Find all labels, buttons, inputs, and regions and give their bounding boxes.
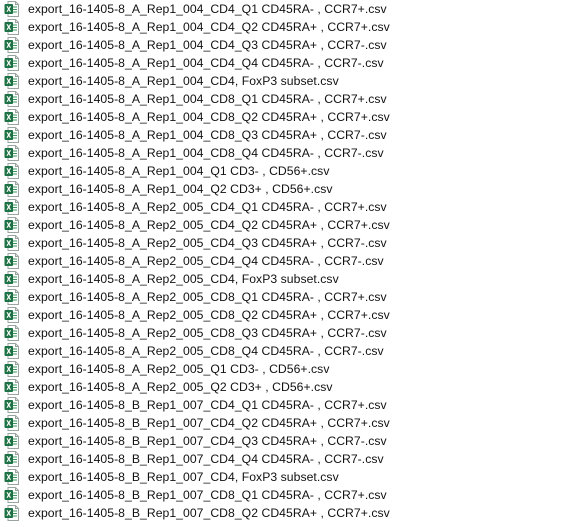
file-row[interactable]: export_16-1405-8_A_Rep1_004_CD4_Q2 CD45R… <box>0 18 564 36</box>
file-list: export_16-1405-8_A_Rep1_004_CD4_Q1 CD45R… <box>0 0 564 527</box>
file-row[interactable]: export_16-1405-8_A_Rep2_005_CD8_Q1 CD45R… <box>0 288 564 306</box>
excel-csv-icon <box>4 127 19 143</box>
excel-csv-icon <box>4 1 19 17</box>
file-name: export_16-1405-8_A_Rep1_004_Q2 CD3+ , CD… <box>28 182 333 196</box>
file-row[interactable]: export_16-1405-8_A_Rep1_004_CD8_Q2 CD45R… <box>0 108 564 126</box>
file-name: export_16-1405-8_A_Rep2_005_CD4_Q2 CD45R… <box>28 218 390 232</box>
file-row[interactable]: export_16-1405-8_A_Rep2_005_CD8_Q2 CD45R… <box>0 306 564 324</box>
file-name: export_16-1405-8_A_Rep1_004_CD4_Q1 CD45R… <box>28 2 387 16</box>
file-name: export_16-1405-8_A_Rep1_004_CD8_Q1 CD45R… <box>28 92 387 106</box>
file-name: export_16-1405-8_A_Rep2_005_CD8_Q2 CD45R… <box>28 308 390 322</box>
file-name: export_16-1405-8_A_Rep1_004_CD8_Q4 CD45R… <box>28 146 384 160</box>
file-row[interactable]: export_16-1405-8_A_Rep2_005_CD4_Q3 CD45R… <box>0 234 564 252</box>
file-name: export_16-1405-8_B_Rep1_007_CD8_Q2 CD45R… <box>28 506 390 520</box>
file-row[interactable]: export_16-1405-8_A_Rep2_005_CD8_Q3 CD45R… <box>0 324 564 342</box>
excel-csv-icon <box>4 397 19 413</box>
excel-csv-icon <box>4 271 19 287</box>
file-row[interactable]: export_16-1405-8_A_Rep1_004_CD8_Q3 CD45R… <box>0 126 564 144</box>
file-name: export_16-1405-8_A_Rep1_004_CD4, FoxP3 s… <box>28 74 339 88</box>
file-row[interactable]: export_16-1405-8_B_Rep1_007_CD4_Q1 CD45R… <box>0 396 564 414</box>
excel-csv-icon <box>4 433 19 449</box>
excel-csv-icon <box>4 109 19 125</box>
excel-csv-icon <box>4 91 19 107</box>
file-row[interactable]: export_16-1405-8_A_Rep1_004_CD4, FoxP3 s… <box>0 72 564 90</box>
file-name: export_16-1405-8_A_Rep1_004_CD8_Q2 CD45R… <box>28 110 390 124</box>
file-row[interactable]: export_16-1405-8_A_Rep2_005_Q2 CD3+ , CD… <box>0 378 564 396</box>
file-name: export_16-1405-8_A_Rep2_005_CD4, FoxP3 s… <box>28 272 339 286</box>
excel-csv-icon <box>4 307 19 323</box>
excel-csv-icon <box>4 379 19 395</box>
file-row[interactable]: export_16-1405-8_B_Rep1_007_CD4_Q3 CD45R… <box>0 432 564 450</box>
file-name: export_16-1405-8_B_Rep1_007_CD4_Q3 CD45R… <box>28 434 387 448</box>
excel-csv-icon <box>4 325 19 341</box>
file-row[interactable]: export_16-1405-8_A_Rep1_004_CD4_Q4 CD45R… <box>0 54 564 72</box>
excel-csv-icon <box>4 469 19 485</box>
file-row[interactable]: export_16-1405-8_A_Rep2_005_CD4, FoxP3 s… <box>0 270 564 288</box>
excel-csv-icon <box>4 487 19 503</box>
file-row[interactable]: export_16-1405-8_A_Rep2_005_Q1 CD3- , CD… <box>0 360 564 378</box>
file-name: export_16-1405-8_B_Rep1_007_CD4, FoxP3 s… <box>28 470 339 484</box>
excel-csv-icon <box>4 415 19 431</box>
excel-csv-icon <box>4 343 19 359</box>
excel-csv-icon <box>4 37 19 53</box>
file-name: export_16-1405-8_B_Rep1_007_CD4_Q1 CD45R… <box>28 398 387 412</box>
file-row[interactable]: export_16-1405-8_A_Rep1_004_Q2 CD3+ , CD… <box>0 180 564 198</box>
file-row[interactable]: export_16-1405-8_B_Rep1_007_CD8_Q1 CD45R… <box>0 486 564 504</box>
file-name: export_16-1405-8_A_Rep1_004_Q1 CD3- , CD… <box>28 164 330 178</box>
file-name: export_16-1405-8_A_Rep2_005_CD4_Q3 CD45R… <box>28 236 387 250</box>
file-row[interactable]: export_16-1405-8_A_Rep1_004_Q1 CD3- , CD… <box>0 162 564 180</box>
file-name: export_16-1405-8_B_Rep1_007_CD4_Q4 CD45R… <box>28 452 384 466</box>
file-row[interactable]: export_16-1405-8_A_Rep1_004_CD4_Q3 CD45R… <box>0 36 564 54</box>
file-row[interactable]: export_16-1405-8_A_Rep2_005_CD4_Q4 CD45R… <box>0 252 564 270</box>
excel-csv-icon <box>4 505 19 521</box>
file-row[interactable]: export_16-1405-8_A_Rep1_004_CD8_Q1 CD45R… <box>0 90 564 108</box>
excel-csv-icon <box>4 217 19 233</box>
file-name: export_16-1405-8_A_Rep2_005_CD4_Q1 CD45R… <box>28 200 387 214</box>
excel-csv-icon <box>4 181 19 197</box>
excel-csv-icon <box>4 55 19 71</box>
excel-csv-icon <box>4 289 19 305</box>
file-row[interactable]: export_16-1405-8_B_Rep1_007_CD4_Q4 CD45R… <box>0 450 564 468</box>
file-name: export_16-1405-8_A_Rep2_005_Q1 CD3- , CD… <box>28 362 330 376</box>
excel-csv-icon <box>4 145 19 161</box>
file-row[interactable]: export_16-1405-8_A_Rep1_004_CD8_Q4 CD45R… <box>0 144 564 162</box>
file-name: export_16-1405-8_A_Rep2_005_CD8_Q1 CD45R… <box>28 290 387 304</box>
file-name: export_16-1405-8_B_Rep1_007_CD4_Q2 CD45R… <box>28 416 390 430</box>
file-row[interactable]: export_16-1405-8_A_Rep1_004_CD4_Q1 CD45R… <box>0 0 564 18</box>
file-name: export_16-1405-8_A_Rep2_005_CD4_Q4 CD45R… <box>28 254 384 268</box>
file-name: export_16-1405-8_B_Rep1_007_CD8_Q1 CD45R… <box>28 488 387 502</box>
excel-csv-icon <box>4 451 19 467</box>
excel-csv-icon <box>4 199 19 215</box>
file-name: export_16-1405-8_A_Rep1_004_CD8_Q3 CD45R… <box>28 128 387 142</box>
file-row[interactable]: export_16-1405-8_A_Rep2_005_CD8_Q4 CD45R… <box>0 342 564 360</box>
excel-csv-icon <box>4 253 19 269</box>
file-row[interactable]: export_16-1405-8_A_Rep2_005_CD4_Q1 CD45R… <box>0 198 564 216</box>
file-name: export_16-1405-8_A_Rep2_005_CD8_Q3 CD45R… <box>28 326 387 340</box>
file-name: export_16-1405-8_A_Rep1_004_CD4_Q2 CD45R… <box>28 20 390 34</box>
file-row[interactable]: export_16-1405-8_B_Rep1_007_CD4, FoxP3 s… <box>0 468 564 486</box>
file-row[interactable]: export_16-1405-8_B_Rep1_007_CD8_Q2 CD45R… <box>0 504 564 522</box>
excel-csv-icon <box>4 163 19 179</box>
file-name: export_16-1405-8_A_Rep2_005_Q2 CD3+ , CD… <box>28 380 333 394</box>
excel-csv-icon <box>4 73 19 89</box>
excel-csv-icon <box>4 361 19 377</box>
file-name: export_16-1405-8_A_Rep1_004_CD4_Q4 CD45R… <box>28 56 384 70</box>
excel-csv-icon <box>4 235 19 251</box>
file-row[interactable]: export_16-1405-8_B_Rep1_007_CD4_Q2 CD45R… <box>0 414 564 432</box>
file-row[interactable]: export_16-1405-8_A_Rep2_005_CD4_Q2 CD45R… <box>0 216 564 234</box>
file-name: export_16-1405-8_A_Rep2_005_CD8_Q4 CD45R… <box>28 344 384 358</box>
file-name: export_16-1405-8_A_Rep1_004_CD4_Q3 CD45R… <box>28 38 387 52</box>
excel-csv-icon <box>4 19 19 35</box>
